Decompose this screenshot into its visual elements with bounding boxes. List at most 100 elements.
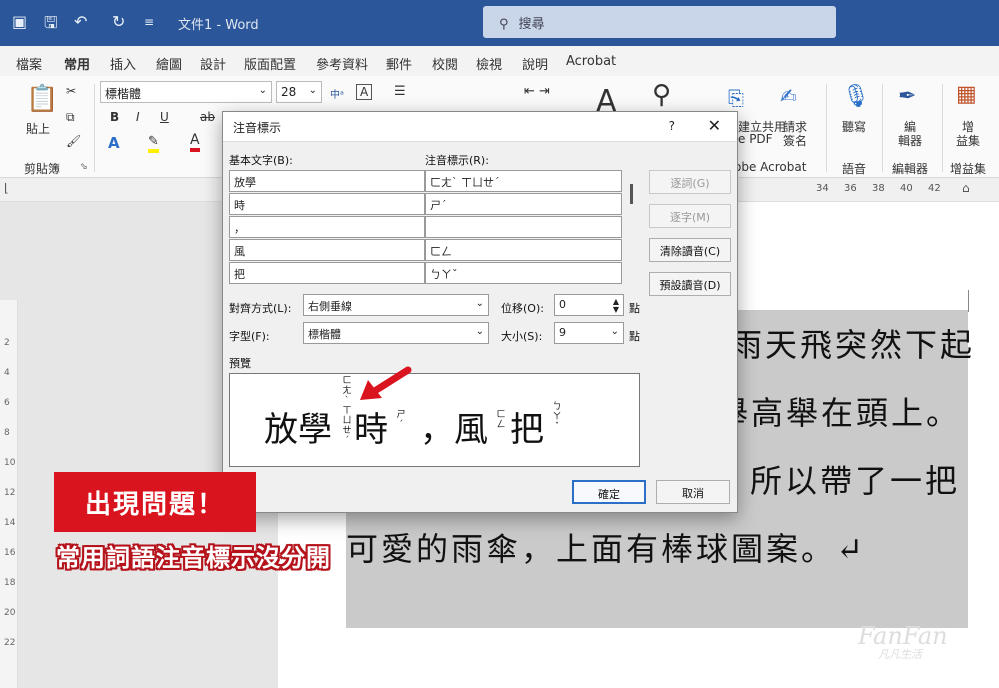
close-icon[interactable]: ✕ <box>708 116 721 135</box>
zhuyin-char: ㄒ <box>342 406 352 416</box>
document-line-2[interactable]: 舉高舉在頭上。 <box>716 388 961 434</box>
ruby-text-field-4[interactable]: ㄈㄥ <box>425 239 622 261</box>
ruby-text-field-5[interactable]: ㄅㄚˇ <box>425 262 622 284</box>
indent-marker-icon[interactable]: ⌂ <box>962 181 970 195</box>
text-effects-icon[interactable]: A <box>108 134 120 152</box>
help-button[interactable]: ? <box>669 119 675 133</box>
document-line-4[interactable]: 可愛的雨傘，上面有棒球圖案。↵ <box>346 524 866 570</box>
clear-phonetic-button[interactable]: 清除讀音(C) <box>649 238 731 262</box>
ruler-tick: 42 <box>928 183 941 194</box>
zhuyin-char: ㄚ <box>552 412 562 422</box>
tab-draw[interactable]: 繪圖 <box>156 54 182 73</box>
ruler-tick: 14 <box>4 518 16 528</box>
undo-icon[interactable]: ↶ <box>74 12 87 31</box>
tab-references[interactable]: 參考資料 <box>316 54 368 73</box>
ruby-text-field-3[interactable] <box>425 216 622 238</box>
cut-icon[interactable]: ✂ <box>66 84 76 98</box>
acrobat-group-label: obe Acrobat <box>734 160 807 174</box>
cancel-button[interactable]: 取消 <box>656 480 730 504</box>
size-value: 9 <box>559 326 566 339</box>
dictate-button[interactable]: 聽寫 <box>842 118 866 135</box>
preview-pane: 放學 ㄈㄤˋㄒㄩㄝˊ 時 ㄕˊ ， 風 ㄈㄥ 把 ㄅㄚˇ <box>229 366 640 467</box>
tab-insert[interactable]: 插入 <box>110 54 136 73</box>
addins-icon[interactable]: ▦ <box>956 82 977 107</box>
offset-value: 0 <box>559 298 566 311</box>
group-button[interactable]: 逐詞(G) <box>649 170 731 194</box>
create-pdf-icon[interactable]: ⎘ <box>728 86 744 110</box>
divider <box>826 84 827 172</box>
chevron-down-icon: ⌄ <box>475 298 484 309</box>
strikethrough-button[interactable]: ab <box>200 110 215 124</box>
base-text-field-5[interactable]: 把 <box>229 262 425 284</box>
bold-button[interactable]: B <box>110 110 119 124</box>
tab-review[interactable]: 校閱 <box>432 54 458 73</box>
base-text-field-3[interactable]: ， <box>229 216 425 238</box>
ruler-tick: 20 <box>4 608 16 618</box>
search-icon: ⚲ <box>499 17 509 32</box>
font-select[interactable]: 標楷體 ⌄ <box>303 322 489 344</box>
base-text-field-4[interactable]: 風 <box>229 239 425 261</box>
document-line-1[interactable]: 雨天飛突然下起 <box>730 320 975 366</box>
save-icon[interactable]: 🖫 <box>44 12 58 39</box>
mono-button[interactable]: 逐字(M) <box>649 204 731 228</box>
phonetic-guide-icon[interactable]: 中ᵃ <box>330 86 344 101</box>
paste-button[interactable]: 貼上 <box>26 120 50 137</box>
create-pdf-label-2[interactable]: e PDF <box>738 132 773 146</box>
indent-icon[interactable]: ⇤ ⇥ <box>524 84 550 99</box>
preview-word-5: 把 <box>510 410 544 450</box>
italic-button[interactable]: I <box>136 110 140 124</box>
redo-icon[interactable]: ↻ <box>112 12 125 31</box>
find-icon[interactable]: ⚲ <box>652 80 671 110</box>
offset-spinner[interactable]: 0 ▲ ▼ <box>554 294 624 316</box>
signature-icon[interactable]: ✍ <box>780 84 797 108</box>
ruler-tick: 22 <box>4 638 16 648</box>
tab-design[interactable]: 設計 <box>200 54 226 73</box>
editor-icon[interactable]: ✒ <box>898 84 916 109</box>
ruby-text-field-1[interactable]: ㄈㄤˋ ㄒㄩㄝˊ <box>425 170 622 192</box>
font-label: 字型(F): <box>229 330 270 343</box>
tab-layout[interactable]: 版面配置 <box>244 54 296 73</box>
request-sign-label-2[interactable]: 簽名 <box>783 132 807 149</box>
ok-button[interactable]: 確定 <box>572 480 646 504</box>
scrollbar-thumb[interactable] <box>630 184 633 204</box>
copy-icon[interactable]: ⧉ <box>66 110 75 125</box>
tab-stop-icon[interactable]: ⌊ <box>4 181 9 195</box>
addins-label-2[interactable]: 益集 <box>956 132 980 149</box>
font-size-select[interactable]: 28 ⌄ <box>276 81 322 103</box>
vertical-ruler: 2 4 6 8 10 12 14 16 18 20 22 <box>0 300 18 688</box>
underline-button[interactable]: U <box>160 110 169 124</box>
format-painter-icon[interactable]: 🖌 <box>66 134 81 148</box>
font-name-select[interactable]: 標楷體 ⌄ <box>100 81 272 103</box>
microphone-icon[interactable]: 🎙 <box>842 84 870 109</box>
tab-acrobat[interactable]: Acrobat <box>566 54 616 69</box>
tab-help[interactable]: 說明 <box>522 54 548 73</box>
preview-zhuyin-4: ㄈㄥ <box>496 410 506 430</box>
size-select[interactable]: 9 ⌄ <box>554 322 624 344</box>
document-line-3[interactable]: 所以帶了一把 <box>750 456 960 502</box>
zhuyin-char: ˇ <box>554 422 560 432</box>
base-text-field-1[interactable]: 放學 <box>229 170 425 192</box>
character-border-icon[interactable]: A <box>356 84 373 100</box>
tab-file[interactable]: 檔案 <box>16 54 42 73</box>
preview-zhuyin-2: ㄕˊ <box>396 410 406 430</box>
bullets-icon[interactable]: ☰ <box>394 84 406 99</box>
spinner-arrows-icon[interactable]: ▲ ▼ <box>613 298 619 314</box>
base-text-field-2[interactable]: 時 <box>229 193 425 215</box>
highlight-icon[interactable]: ✎ <box>148 134 159 153</box>
ruler-tick: 16 <box>4 548 16 558</box>
tab-mailings[interactable]: 郵件 <box>386 54 412 73</box>
ruler-tick: 40 <box>900 183 913 194</box>
dialog-launcher-icon[interactable]: ⬂ <box>80 162 88 172</box>
font-color-button[interactable]: A <box>190 132 200 152</box>
ruby-text-field-2[interactable]: ㄕˊ <box>425 193 622 215</box>
default-phonetic-button[interactable]: 預設讀音(D) <box>649 272 731 296</box>
editor-label-2[interactable]: 輯器 <box>898 132 922 149</box>
alignment-select[interactable]: 右側垂線 ⌄ <box>303 294 489 316</box>
customize-toolbar-icon[interactable]: ≡ <box>144 15 154 29</box>
search-box[interactable]: ⚲ 搜尋 <box>483 6 836 38</box>
font-size-value: 28 <box>281 85 297 99</box>
ruler-tick: 6 <box>4 398 10 408</box>
tab-view[interactable]: 檢視 <box>476 54 502 73</box>
ruler-tick: 34 <box>816 183 829 194</box>
preview-zhuyin-1: ㄈㄤˋㄒㄩㄝˊ <box>342 376 352 446</box>
